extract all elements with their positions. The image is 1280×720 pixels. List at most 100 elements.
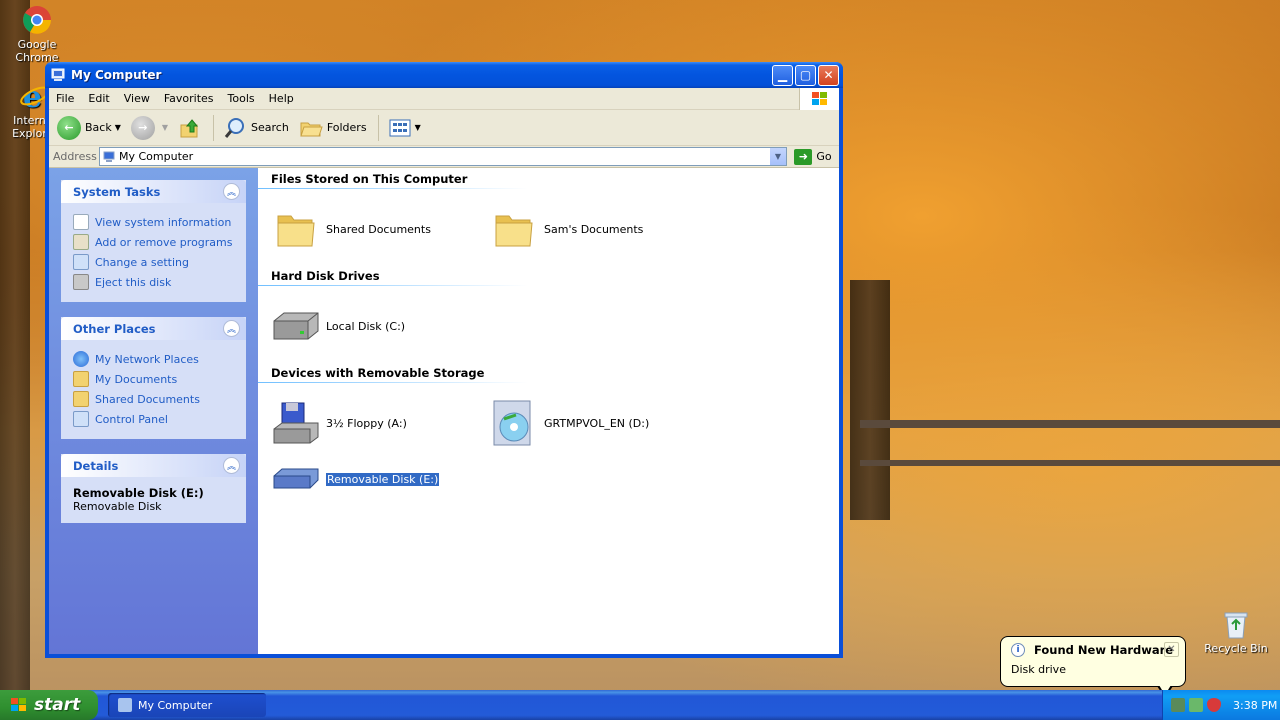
- desktop-icon-chrome[interactable]: Google Chrome: [2, 4, 72, 64]
- safely-remove-hardware-icon[interactable]: [1171, 698, 1185, 712]
- chevron-down-icon[interactable]: ▼: [115, 123, 121, 132]
- search-label: Search: [251, 121, 289, 134]
- other-places-panel: Other Places ︽ My Network Places My Docu…: [61, 317, 246, 439]
- item-removable-disk-e[interactable]: Removable Disk (E:): [272, 455, 490, 503]
- up-folder-icon: [178, 116, 202, 140]
- item-grtmpvol-d[interactable]: GRTMPVOL_EN (D:): [490, 399, 708, 447]
- group-header: Hard Disk Drives: [271, 269, 380, 283]
- network-places-icon: [73, 351, 89, 367]
- link-add-remove-programs[interactable]: Add or remove programs: [73, 232, 238, 252]
- cd-drive-icon: [490, 399, 538, 447]
- menu-edit[interactable]: Edit: [81, 92, 116, 105]
- folder-icon: [73, 391, 89, 407]
- link-shared-documents[interactable]: Shared Documents: [73, 389, 238, 409]
- computer-icon: [103, 151, 115, 163]
- group-header: Devices with Removable Storage: [271, 366, 485, 380]
- menu-file[interactable]: File: [49, 92, 81, 105]
- fence: [860, 420, 1280, 428]
- link-label: View system information: [95, 215, 232, 229]
- link-label: My Documents: [95, 372, 178, 386]
- item-shared-documents[interactable]: Shared Documents: [272, 205, 490, 253]
- chevron-down-icon[interactable]: ▼: [415, 123, 421, 132]
- tree-trunk: [850, 280, 890, 520]
- group-items: Removable Disk (E:): [272, 455, 839, 503]
- menu-help[interactable]: Help: [262, 92, 301, 105]
- minimize-icon: ▁: [777, 68, 788, 82]
- fence: [860, 460, 1280, 466]
- add-remove-programs-icon: [73, 234, 89, 250]
- search-button[interactable]: Search: [219, 113, 293, 143]
- item-label: Sam's Documents: [544, 222, 644, 236]
- windows-logo-icon: [799, 88, 839, 110]
- chevron-down-icon[interactable]: ▼: [162, 123, 168, 132]
- group-header: Files Stored on This Computer: [271, 172, 468, 186]
- link-control-panel[interactable]: Control Panel: [73, 409, 238, 429]
- network-icon[interactable]: [1189, 698, 1203, 712]
- notification-balloon[interactable]: i Found New Hardware ✕ Disk drive: [1000, 636, 1186, 698]
- item-label: Shared Documents: [326, 222, 431, 236]
- recycle-bin-icon: [1220, 608, 1252, 640]
- window-title: My Computer: [71, 68, 162, 82]
- clock[interactable]: 3:38 PM: [1233, 699, 1277, 712]
- panel-title: System Tasks: [73, 184, 161, 199]
- item-sams-documents[interactable]: Sam's Documents: [490, 205, 708, 253]
- item-label: GRTMPVOL_EN (D:): [544, 416, 650, 430]
- views-button[interactable]: ▼: [384, 113, 425, 143]
- panel-header[interactable]: System Tasks ︽: [61, 180, 246, 203]
- link-my-documents[interactable]: My Documents: [73, 369, 238, 389]
- balloon-close-button[interactable]: ✕: [1164, 642, 1179, 657]
- start-button[interactable]: start: [0, 690, 98, 720]
- item-local-disk-c[interactable]: Local Disk (C:): [272, 302, 490, 350]
- collapse-icon[interactable]: ︽: [223, 320, 240, 337]
- up-button[interactable]: [174, 113, 206, 143]
- computer-icon: [51, 68, 65, 82]
- desktop-icon-label: Google Chrome: [15, 38, 59, 64]
- link-change-setting[interactable]: Change a setting: [73, 252, 238, 272]
- taskbar-button-my-computer[interactable]: My Computer: [108, 693, 266, 717]
- group-items: 3½ Floppy (A:) GRTMPVOL_EN (D:): [272, 399, 839, 447]
- link-my-network-places[interactable]: My Network Places: [73, 349, 238, 369]
- group-items: Local Disk (C:): [272, 302, 839, 350]
- link-label: Add or remove programs: [95, 235, 233, 249]
- collapse-icon[interactable]: ︽: [223, 457, 240, 474]
- forward-button[interactable]: → ▼: [127, 113, 172, 143]
- panel-header[interactable]: Details ︽: [61, 454, 246, 477]
- details-panel: Details ︽ Removable Disk (E:) Removable …: [61, 454, 246, 523]
- link-view-system-information[interactable]: View system information: [73, 212, 238, 232]
- menu-view[interactable]: View: [117, 92, 157, 105]
- link-label: Control Panel: [95, 412, 168, 426]
- toolbar: ← Back ▼ → ▼ Search Folders ▼: [49, 110, 839, 146]
- back-button[interactable]: ← Back ▼: [53, 113, 125, 143]
- desktop-icon-recycle-bin[interactable]: Recycle Bin: [1201, 608, 1271, 655]
- close-button[interactable]: ✕: [818, 64, 839, 86]
- folders-button[interactable]: Folders: [295, 113, 371, 143]
- taskbar: start My Computer 3:38 PM: [0, 690, 1280, 720]
- chevron-down-icon[interactable]: ▼: [770, 148, 786, 165]
- folders-label: Folders: [326, 121, 367, 134]
- address-field[interactable]: My Computer ▼: [99, 147, 787, 166]
- maximize-button[interactable]: ▢: [795, 64, 816, 86]
- info-icon: i: [1011, 643, 1025, 657]
- hard-disk-icon: [272, 302, 320, 350]
- go-button[interactable]: ➜ Go: [787, 148, 839, 165]
- link-eject-disk[interactable]: Eject this disk: [73, 272, 238, 292]
- removable-disk-icon: [272, 455, 320, 503]
- folder-icon: [272, 205, 320, 253]
- forward-arrow-icon: →: [130, 115, 155, 140]
- group-divider: [258, 382, 528, 383]
- panel-header[interactable]: Other Places ︽: [61, 317, 246, 340]
- toolbar-separator: [213, 114, 215, 141]
- item-floppy-a[interactable]: 3½ Floppy (A:): [272, 399, 490, 447]
- title-bar[interactable]: My Computer ▁ ▢ ✕: [45, 62, 843, 88]
- panel-title: Details: [73, 458, 119, 473]
- menu-tools[interactable]: Tools: [221, 92, 262, 105]
- address-value: My Computer: [119, 150, 194, 163]
- system-tasks-panel: System Tasks ︽ View system information A…: [61, 180, 246, 302]
- minimize-button[interactable]: ▁: [772, 64, 793, 86]
- folders-icon: [299, 116, 323, 140]
- menu-favorites[interactable]: Favorites: [157, 92, 221, 105]
- collapse-icon[interactable]: ︽: [223, 183, 240, 200]
- task-pane: System Tasks ︽ View system information A…: [49, 168, 258, 654]
- security-shield-icon[interactable]: [1207, 698, 1221, 712]
- item-label-selected: Removable Disk (E:): [324, 471, 441, 487]
